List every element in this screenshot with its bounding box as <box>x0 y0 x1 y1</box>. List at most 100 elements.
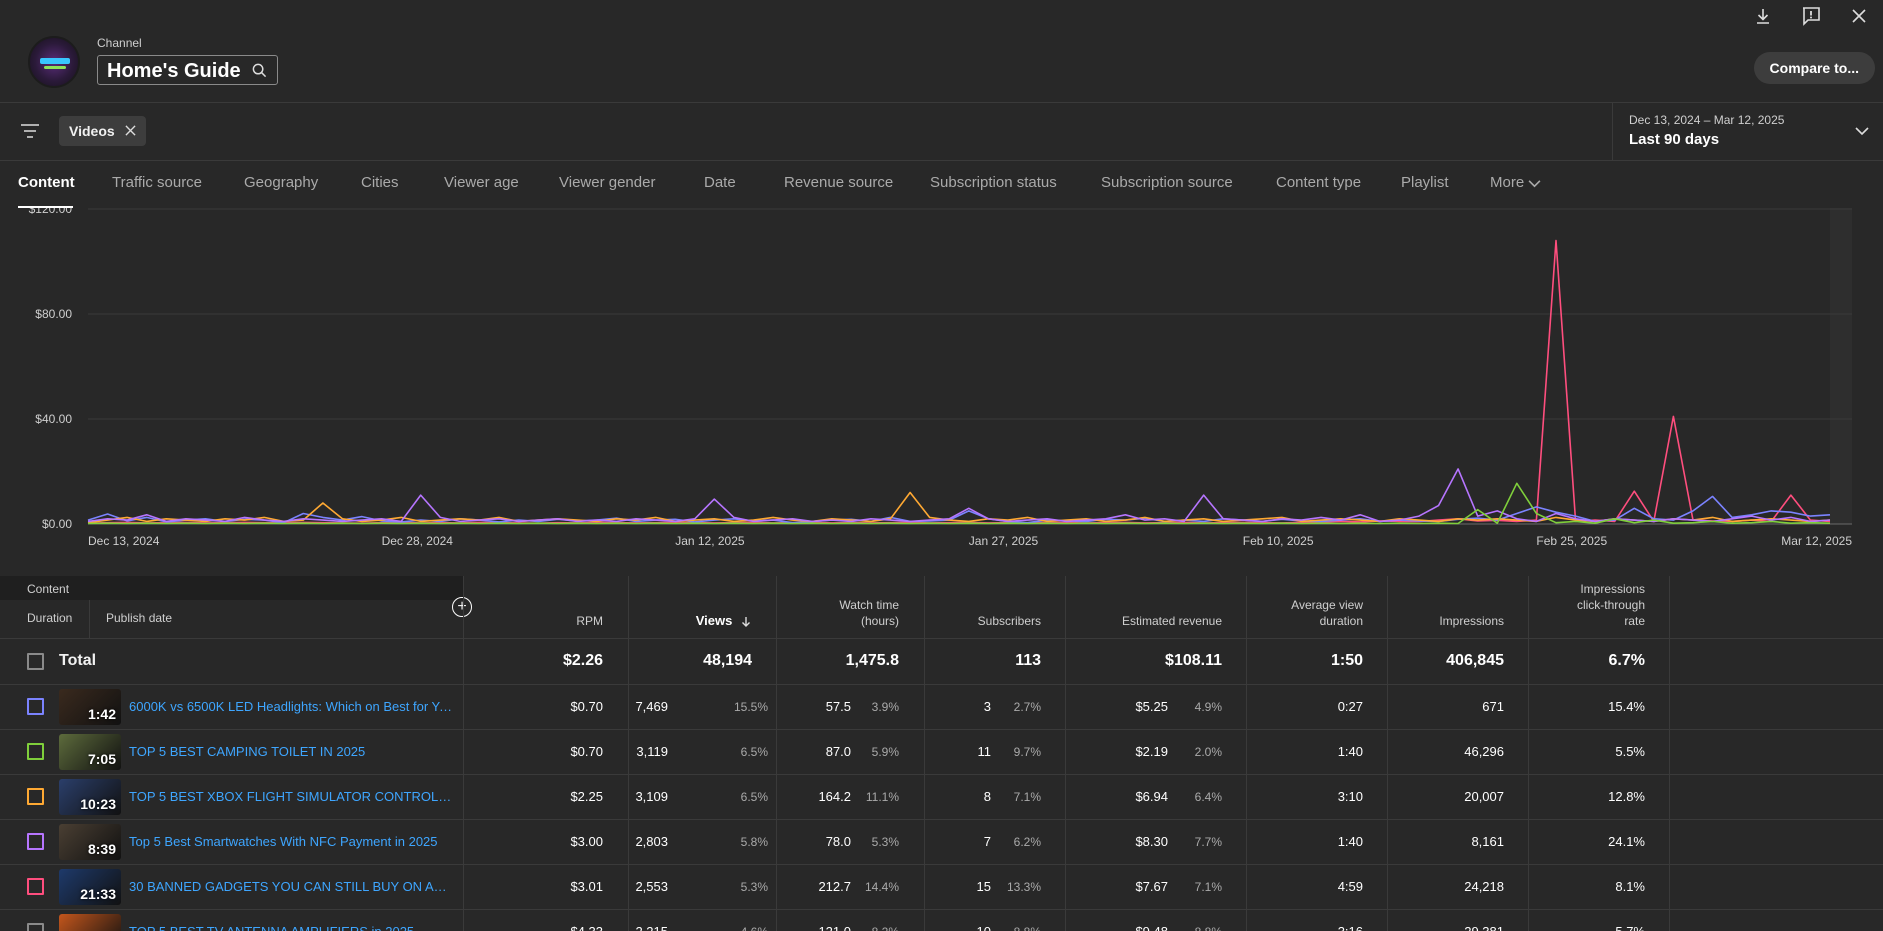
date-range-dates: Dec 13, 2024 – Mar 12, 2025 <box>1629 113 1785 127</box>
tab-traffic-source[interactable]: Traffic source <box>112 174 202 191</box>
cell-impressions: 29,381 <box>1464 924 1504 931</box>
chart-svg: $120.00 $80.00 $40.00 $0.00 Dec 13, 2024 Dec … <box>29 208 1852 548</box>
cell-rpm: $3.01 <box>570 879 603 894</box>
video-title-link[interactable]: TOP 5 BEST CAMPING TOILET IN 2025 <box>129 744 454 759</box>
cell-watch-pct: 5.3% <box>871 835 899 849</box>
tab-date[interactable]: Date <box>704 174 736 191</box>
date-range-selector[interactable]: Dec 13, 2024 – Mar 12, 2025 Last 90 days <box>1612 103 1883 161</box>
filter-chip-videos[interactable]: Videos <box>59 116 146 146</box>
total-row: Total $2.26 48,194 1,475.8 113 $108.11 1:50 406… <box>0 638 1883 684</box>
video-thumbnail[interactable]: 10:23 <box>59 779 121 815</box>
cell-views: 2,553 <box>635 879 668 894</box>
content-column-header[interactable]: Content <box>0 576 463 600</box>
chevron-down-icon <box>1855 123 1869 141</box>
cell-views-pct: 6.5% <box>740 790 768 804</box>
cell-views: 2,215 <box>635 924 668 931</box>
tab-revenue-source[interactable]: Revenue source <box>784 174 893 191</box>
row-checkbox[interactable] <box>27 833 44 850</box>
video-title-link[interactable]: 30 BANNED GADGETS YOU CAN STILL BUY ON A… <box>129 879 454 894</box>
y-tick-label: $80.00 <box>35 307 72 321</box>
tab-geography[interactable]: Geography <box>244 174 318 191</box>
video-thumbnail[interactable]: 1:42 <box>59 689 121 725</box>
duration-column-header[interactable]: Duration <box>0 600 90 638</box>
cell-views: 3,119 <box>636 744 668 759</box>
video-title-link[interactable]: TOP 5 BEST XBOX FLIGHT SIMULATOR CONTROL… <box>129 789 454 804</box>
filter-chip-label: Videos <box>69 123 115 139</box>
column-header-label: Views <box>592 613 752 629</box>
total-impressions: 406,845 <box>1446 652 1504 669</box>
subscribers-column-header[interactable]: Subscribers <box>881 576 1041 638</box>
channel-label: Channel <box>97 36 142 50</box>
channel-avatar <box>28 36 80 88</box>
cell-watch: 121.0 <box>818 924 851 931</box>
cell-watch-pct: 5.9% <box>871 745 899 759</box>
tab-content[interactable]: Content <box>18 174 75 191</box>
watch-time-column-header[interactable]: Watch time (hours) <box>739 576 899 638</box>
video-thumbnail[interactable] <box>59 914 121 931</box>
tab-viewer-gender[interactable]: Viewer gender <box>559 174 655 191</box>
x-tick-label: Feb 10, 2025 <box>1243 534 1314 548</box>
impressions-ctr-column-header[interactable]: Impressions click-through rate <box>1485 576 1645 638</box>
views-column-header[interactable]: Views <box>592 576 752 638</box>
row-checkbox[interactable] <box>27 923 44 931</box>
row-checkbox[interactable] <box>27 698 44 715</box>
download-icon[interactable] <box>1749 4 1777 28</box>
tab-content-type[interactable]: Content type <box>1276 174 1361 191</box>
cell-revenue-pct: 4.9% <box>1194 700 1222 714</box>
row-checkbox[interactable] <box>27 788 44 805</box>
average-view-duration-column-header[interactable]: Average view duration <box>1203 576 1363 638</box>
column-header-label: Subscribers <box>977 614 1041 628</box>
cell-views: 2,803 <box>635 834 668 849</box>
table-row: 8:39 Top 5 Best Smartwatches With NFC Pay… <box>0 819 1883 864</box>
tab-cities[interactable]: Cities <box>361 174 399 191</box>
video-title-link[interactable]: Top 5 Best Smartwatches With NFC Payment… <box>129 834 454 849</box>
chip-close-icon[interactable] <box>125 123 136 139</box>
x-tick-label: Dec 28, 2024 <box>382 534 454 548</box>
cell-subs: 15 <box>976 879 991 894</box>
video-duration: 21:33 <box>80 886 116 902</box>
row-checkbox[interactable] <box>27 743 44 760</box>
feedback-icon[interactable] <box>1797 4 1825 28</box>
channel-selector[interactable]: Home's Guide <box>97 55 278 85</box>
cell-revenue-pct: 2.0% <box>1194 745 1222 759</box>
video-title-link[interactable]: 6000K vs 6500K LED Headlights: Which on … <box>129 699 454 714</box>
search-icon[interactable] <box>252 63 267 83</box>
publish-date-column-header[interactable]: Publish date <box>90 600 172 638</box>
cell-revenue: $6.94 <box>1135 789 1168 804</box>
rpm-column-header[interactable]: RPM <box>443 576 603 638</box>
table-row: 7:05 TOP 5 BEST CAMPING TOILET IN 2025 $0.… <box>0 729 1883 774</box>
tab-subscription-status[interactable]: Subscription status <box>930 174 1057 191</box>
video-thumbnail[interactable]: 21:33 <box>59 869 121 905</box>
cell-subs-pct: 7.1% <box>1013 790 1041 804</box>
impressions-column-header[interactable]: Impressions <box>1344 576 1504 638</box>
select-all-checkbox[interactable] <box>27 653 44 670</box>
column-header-label: click-through <box>1576 598 1645 612</box>
column-header-label: Impressions <box>1580 582 1645 596</box>
estimated-revenue-column-header[interactable]: Estimated revenue <box>1062 576 1222 638</box>
video-thumbnail[interactable]: 7:05 <box>59 734 121 770</box>
tab-more[interactable]: More <box>1490 174 1541 191</box>
x-tick-label: Mar 12, 2025 <box>1781 534 1852 548</box>
total-watch-time: 1,475.8 <box>845 652 899 669</box>
video-duration: 10:23 <box>80 796 116 812</box>
close-icon[interactable] <box>1845 4 1873 28</box>
cell-revenue: $9.48 <box>1135 924 1168 931</box>
chart-series-line-1 <box>87 239 1831 525</box>
tab-viewer-age[interactable]: Viewer age <box>444 174 519 191</box>
tab-playlist[interactable]: Playlist <box>1401 174 1449 191</box>
chart-series-line-4 <box>87 468 1831 523</box>
compare-button[interactable]: Compare to... <box>1753 52 1875 84</box>
cell-rpm: $4.33 <box>570 924 603 931</box>
x-tick-label: Dec 13, 2024 <box>88 534 160 548</box>
cell-ctr: 5.5% <box>1615 744 1645 759</box>
filter-icon[interactable] <box>20 123 40 144</box>
video-title-link[interactable]: TOP 5 BEST TV ANTENNA AMPLIFIERS in 2025 <box>129 924 454 931</box>
column-header-label: RPM <box>576 614 603 628</box>
chart-scroll-area <box>1830 208 1852 524</box>
cell-impressions: 671 <box>1482 699 1504 714</box>
filter-bar: Videos Dec 13, 2024 – Mar 12, 2025 Last … <box>0 103 1883 161</box>
tab-subscription-source[interactable]: Subscription source <box>1101 174 1233 191</box>
video-thumbnail[interactable]: 8:39 <box>59 824 121 860</box>
row-checkbox[interactable] <box>27 878 44 895</box>
cell-subs: 7 <box>983 834 991 849</box>
